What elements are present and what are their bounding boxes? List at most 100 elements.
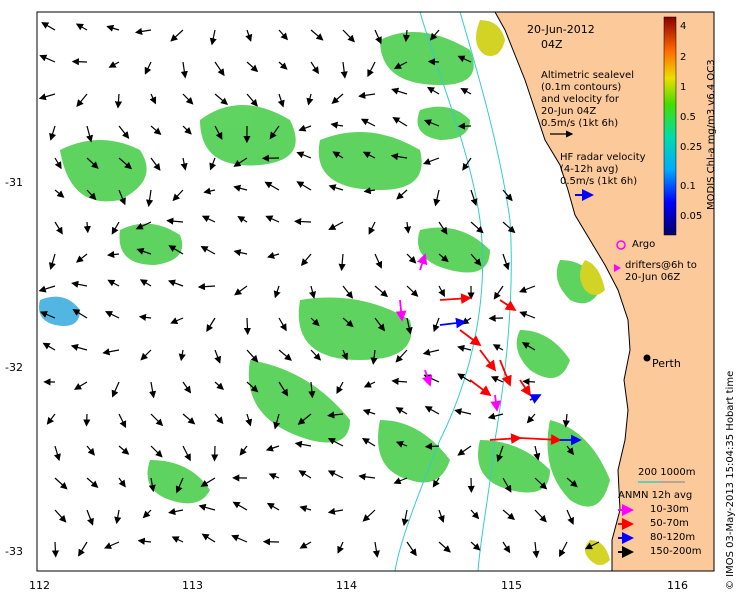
velocity-arrow [53, 445, 61, 462]
velocity-arrow [294, 217, 312, 226]
velocity-arrow [362, 408, 376, 416]
velocity-arrow [150, 125, 162, 135]
velocity-arrow [470, 509, 480, 520]
drifter-legend: drifters@6h to 20-Jun 06Z [625, 260, 697, 284]
velocity-arrow [532, 541, 540, 559]
velocity-arrow [233, 184, 248, 192]
velocity-arrow [309, 285, 316, 299]
y-tick: -33 [5, 545, 23, 558]
velocity-arrow [403, 221, 412, 234]
altimetric-line: and velocity for [541, 94, 620, 105]
velocity-arrow [167, 279, 184, 287]
velocity-arrow [460, 88, 472, 95]
velocity-arrow [39, 54, 56, 63]
velocity-arrow [454, 408, 472, 416]
velocity-arrow [54, 221, 63, 235]
velocity-arrow [328, 221, 344, 230]
velocity-arrow [422, 157, 440, 165]
velocity-arrow [102, 348, 120, 356]
velocity-arrow [201, 533, 216, 543]
altimetric-line: 20-Jun 04Z [541, 106, 597, 117]
velocity-arrow [424, 406, 440, 415]
velocity-arrow [78, 541, 88, 557]
velocity-arrow [106, 24, 120, 32]
velocity-arrow [358, 91, 376, 99]
argo-label: Argo [632, 239, 656, 250]
velocity-arrow [278, 29, 288, 41]
velocity-arrow [246, 349, 259, 363]
velocity-arrow [298, 470, 312, 479]
velocity-arrow [118, 413, 127, 429]
velocity-arrow [114, 509, 122, 525]
velocity-arrow [391, 87, 408, 95]
credit-text: © IMOS 03-May-2013 15:04:35 Hobart time [725, 370, 736, 590]
velocity-arrow [86, 509, 94, 526]
velocity-arrow [75, 23, 88, 31]
velocity-arrow [245, 413, 253, 427]
velocity-arrow [406, 285, 419, 297]
velocity-arrow [180, 61, 188, 79]
velocity-arrow [265, 215, 280, 223]
velocity-arrow [273, 285, 281, 299]
velocity-arrow [149, 381, 157, 399]
drifter-line: 20-Jun 06Z [625, 272, 681, 283]
velocity-arrow [211, 445, 219, 462]
colorbar-tick: 0.05 [680, 211, 703, 222]
velocity-arrow [391, 377, 408, 385]
velocity-arrow [533, 445, 541, 461]
velocity-arrow [142, 509, 152, 519]
velocity-arrow [306, 93, 314, 106]
velocity-arrow [502, 541, 511, 554]
velocity-arrow [267, 251, 280, 259]
velocity-arrow [73, 381, 88, 390]
velocity-arrow [54, 477, 68, 490]
velocity-arrow [493, 285, 504, 300]
velocity-arrow [38, 285, 56, 293]
velocity-arrow [278, 61, 288, 70]
velocity-arrow [239, 445, 248, 456]
velocity-arrow [118, 477, 126, 488]
velocity-arrow [566, 509, 574, 525]
anmn-item-label: 150-200m [650, 546, 702, 557]
velocity-arrow [71, 280, 88, 288]
velocity-arrow [278, 349, 292, 361]
velocity-arrow [231, 534, 248, 543]
y-tick: -32 [5, 361, 23, 374]
velocity-arrow [433, 189, 441, 207]
velocity-arrow [327, 470, 344, 479]
velocity-arrow [172, 189, 184, 202]
velocity-arrow [526, 413, 536, 424]
altimetric-legend: Altimetric sealevel (0.1m contours) and … [541, 70, 634, 130]
anmn-title: ANMN 12h avg [618, 490, 693, 501]
velocity-arrow [150, 445, 163, 458]
velocity-arrow [393, 477, 408, 485]
velocity-arrow [487, 412, 504, 420]
velocity-arrow [54, 189, 65, 198]
velocity-arrow [206, 317, 216, 333]
velocity-arrow [182, 413, 196, 425]
velocity-arrow [243, 317, 252, 336]
drifter-line: drifters@6h to [625, 260, 697, 271]
x-tick: 114 [336, 579, 357, 592]
colorbar-tick: 0.1 [680, 181, 696, 192]
velocity-arrow [438, 541, 451, 553]
velocity-arrow [108, 61, 120, 68]
velocity-arrow [150, 413, 164, 427]
velocity-arrow [118, 445, 130, 455]
velocity-arrow [518, 285, 536, 293]
velocity-arrow [246, 93, 258, 107]
velocity-arrow [182, 125, 192, 135]
velocity-arrow [336, 381, 344, 395]
velocity-arrow [296, 151, 312, 159]
hf-line: (4-12h avg) [560, 164, 619, 175]
velocity-arrow [277, 93, 285, 108]
altimetric-line: (0.1m contours) [541, 82, 622, 93]
velocity-arrow [46, 413, 56, 425]
velocity-arrow [299, 541, 312, 549]
velocity-arrow [502, 221, 516, 234]
velocity-arrow [492, 344, 504, 351]
velocity-arrow [201, 215, 216, 223]
velocity-arrow [118, 125, 130, 139]
velocity-arrow [294, 440, 312, 448]
velocity-arrow [111, 381, 120, 398]
